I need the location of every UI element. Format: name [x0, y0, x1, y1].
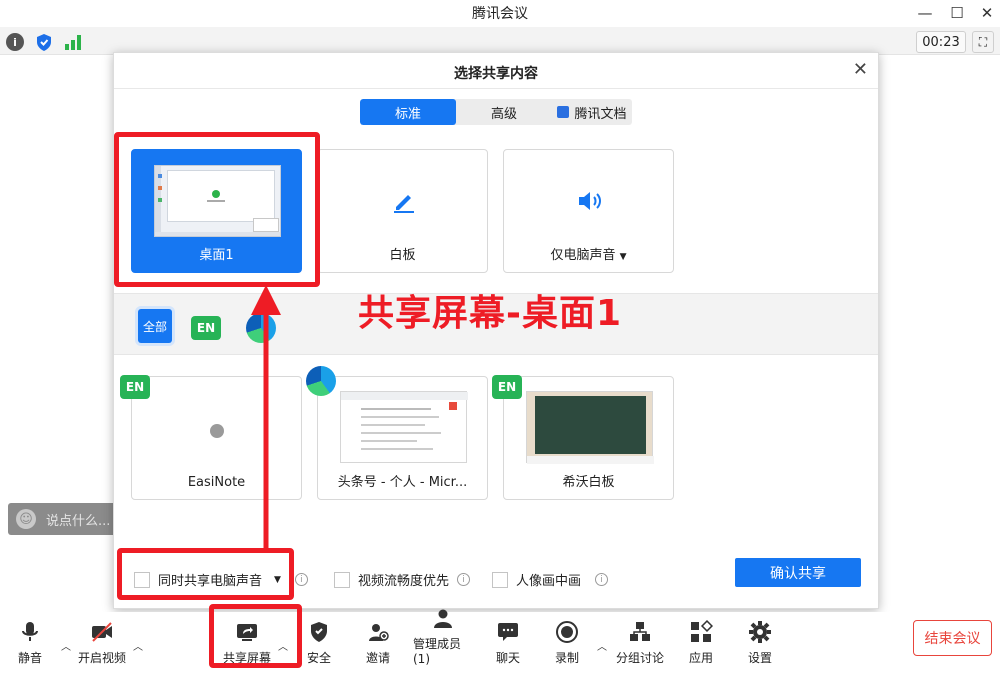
- info-icon[interactable]: i: [595, 573, 609, 586]
- video-smoothness-option[interactable]: 视频流畅度优先 i: [334, 570, 471, 589]
- mute-label: 静音: [17, 651, 42, 665]
- record-label: 录制: [554, 651, 579, 665]
- chevron-up-icon[interactable]: ︿: [597, 638, 607, 653]
- info-icon[interactable]: i: [294, 573, 308, 586]
- picture-in-picture-option[interactable]: 人像画中画 i: [492, 570, 609, 589]
- share-source-audio-only[interactable]: 仅电脑声音 ▼: [503, 149, 674, 273]
- annotation-box-share-audio: [117, 548, 294, 600]
- close-window-button[interactable]: ✕: [972, 0, 1000, 26]
- end-meeting-button[interactable]: 结束会议: [913, 620, 992, 656]
- mute-button[interactable]: 静音: [0, 620, 60, 666]
- settings-label: 设置: [747, 651, 772, 665]
- speaker-icon: [576, 188, 604, 214]
- video-smoothness-label: 视频流畅度优先: [358, 574, 450, 589]
- easinote-app-icon: EN: [120, 375, 150, 399]
- video-smoothness-checkbox[interactable]: [334, 571, 350, 588]
- chat-icon: [496, 620, 520, 644]
- tab-tencent-docs[interactable]: 腾讯文档: [552, 99, 632, 125]
- minimize-button[interactable]: —: [910, 0, 940, 26]
- start-video-label: 开启视频: [77, 651, 126, 665]
- confirm-share-button[interactable]: 确认共享: [735, 558, 861, 587]
- invite-label: 邀请: [365, 651, 390, 665]
- chat-placeholder: 说点什么...: [46, 513, 111, 529]
- close-icon[interactable]: ✕: [853, 59, 868, 80]
- tab-advanced[interactable]: 高级: [456, 99, 552, 125]
- audio-only-label: 仅电脑声音 ▼: [550, 248, 627, 263]
- breakout-rooms-button[interactable]: 分组讨论: [610, 620, 670, 666]
- tab-standard[interactable]: 标准: [360, 99, 456, 125]
- chevron-up-icon[interactable]: ︿: [61, 638, 71, 653]
- dialog-title: 选择共享内容: [454, 66, 538, 82]
- annotation-arrow: [251, 285, 281, 551]
- camera-off-icon: [90, 620, 114, 644]
- tab-tencent-docs-label: 腾讯文档: [574, 106, 627, 122]
- window-card-seewo-whiteboard[interactable]: 希沃白板: [503, 376, 674, 500]
- microphone-icon: [18, 620, 42, 644]
- start-video-button[interactable]: 开启视频: [72, 620, 132, 666]
- settings-button[interactable]: 设置: [730, 620, 790, 666]
- edge-app-icon: [306, 366, 336, 396]
- info-icon[interactable]: i: [457, 573, 471, 586]
- tencent-docs-icon: [557, 106, 570, 118]
- filter-easinote-icon[interactable]: EN: [191, 316, 221, 340]
- status-bar: [0, 27, 1000, 55]
- manage-members-button[interactable]: 管理成员(1): [413, 609, 473, 666]
- window-label: 希沃白板: [562, 475, 615, 490]
- picture-in-picture-label: 人像画中画: [516, 574, 582, 589]
- members-icon: [431, 606, 455, 630]
- window-label: 头条号 - 个人 - Micr...: [337, 475, 468, 490]
- chat-button[interactable]: 聊天: [478, 620, 538, 666]
- app-title: 腾讯会议: [472, 6, 528, 22]
- breakout-icon: [628, 620, 652, 644]
- apps-label: 应用: [688, 651, 713, 665]
- seewo-app-icon: EN: [492, 375, 522, 399]
- annotation-label: 共享屏幕-桌面1: [358, 293, 622, 334]
- window-card-edge[interactable]: 头条号 - 个人 - Micr...: [317, 376, 488, 500]
- pencil-icon: [391, 188, 417, 214]
- apps-button[interactable]: 应用: [671, 619, 731, 666]
- picture-in-picture-checkbox[interactable]: [492, 571, 508, 588]
- annotation-box-desktop: [114, 132, 320, 287]
- security-label: 安全: [306, 651, 331, 665]
- whiteboard-label: 白板: [389, 248, 416, 263]
- chat-label: 聊天: [495, 651, 520, 665]
- manage-members-label: 管理成员(1): [413, 637, 462, 666]
- maximize-button[interactable]: ☐: [942, 0, 972, 26]
- signal-strength-icon[interactable]: [64, 33, 82, 51]
- fullscreen-icon[interactable]: ⛶: [972, 31, 994, 53]
- shield-icon: [307, 620, 331, 644]
- share-mode-tabs: 标准 高级 腾讯文档: [360, 99, 632, 125]
- chevron-up-icon[interactable]: ︿: [133, 638, 143, 653]
- record-button[interactable]: 录制: [537, 620, 597, 666]
- info-icon[interactable]: i: [6, 33, 24, 51]
- annotation-box-share-screen: [209, 604, 302, 668]
- filter-all-button[interactable]: 全部: [138, 309, 172, 343]
- breakout-rooms-label: 分组讨论: [615, 651, 664, 665]
- invite-button[interactable]: 邀请: [348, 620, 408, 666]
- apps-grid-icon: [689, 619, 714, 644]
- security-shield-icon[interactable]: [35, 33, 53, 52]
- share-source-whiteboard[interactable]: 白板: [317, 149, 488, 273]
- edge-thumbnail: [340, 391, 468, 463]
- loading-dot-icon: [210, 424, 224, 438]
- seewo-thumbnail: [526, 391, 654, 464]
- record-icon: [555, 620, 579, 644]
- gear-icon: [748, 620, 772, 644]
- add-user-icon: [366, 620, 390, 644]
- meeting-timer: 00:23: [916, 31, 966, 53]
- emoji-icon[interactable]: ☺: [16, 509, 36, 529]
- chat-input[interactable]: ☺ 说点什么...: [8, 503, 120, 535]
